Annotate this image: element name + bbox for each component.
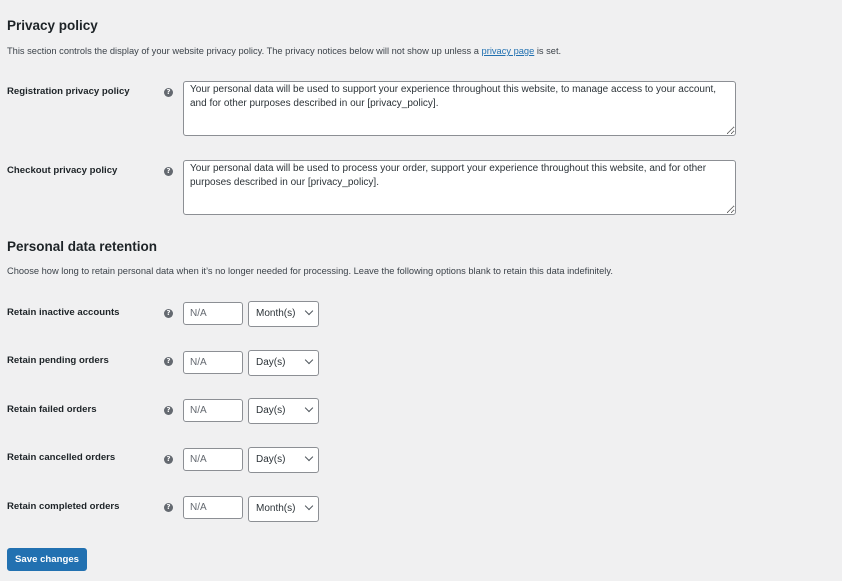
select-value: Day(s) [256, 405, 286, 416]
retain-cancelled-orders-unit-select[interactable]: Day(s) [248, 447, 319, 473]
retain-completed-orders-label: Retain completed orders [7, 501, 120, 512]
select-value: Month(s) [256, 308, 296, 319]
registration-privacy-policy-label: Registration privacy policy [7, 86, 130, 97]
retain-completed-orders-input[interactable] [183, 496, 243, 519]
retention-description: Choose how long to retain personal data … [7, 266, 613, 276]
privacy-policy-heading: Privacy policy [7, 18, 98, 33]
retain-pending-orders-input[interactable] [183, 351, 243, 374]
checkout-privacy-policy-label: Checkout privacy policy [7, 165, 118, 176]
help-icon[interactable]: ? [164, 309, 173, 318]
help-icon[interactable]: ? [164, 167, 173, 176]
description-text-end: is set. [534, 46, 562, 56]
select-value: Day(s) [256, 454, 286, 465]
chevron-down-icon [304, 501, 314, 511]
registration-privacy-policy-textarea[interactable]: Your personal data will be used to suppo… [183, 81, 736, 136]
retain-inactive-accounts-unit-select[interactable]: Month(s) [248, 301, 319, 327]
retain-failed-orders-input[interactable] [183, 399, 243, 422]
privacy-page-link[interactable]: privacy page [482, 46, 535, 56]
help-icon[interactable]: ? [164, 357, 173, 366]
description-text: This section controls the display of you… [7, 46, 482, 56]
retain-failed-orders-label: Retain failed orders [7, 404, 97, 415]
help-icon[interactable]: ? [164, 503, 173, 512]
personal-data-retention-heading: Personal data retention [7, 239, 158, 254]
retain-pending-orders-unit-select[interactable]: Day(s) [248, 350, 319, 376]
chevron-down-icon [304, 403, 314, 413]
settings-page: Privacy policy This section controls the… [0, 0, 842, 581]
save-changes-button[interactable]: Save changes [7, 548, 87, 571]
select-value: Month(s) [256, 503, 296, 514]
retain-completed-orders-unit-select[interactable]: Month(s) [248, 496, 319, 522]
retain-cancelled-orders-input[interactable] [183, 448, 243, 471]
retain-failed-orders-unit-select[interactable]: Day(s) [248, 398, 319, 424]
privacy-policy-description: This section controls the display of you… [7, 46, 561, 56]
help-icon[interactable]: ? [164, 88, 173, 97]
help-icon[interactable]: ? [164, 406, 173, 415]
retain-inactive-accounts-input[interactable] [183, 302, 243, 325]
retain-pending-orders-label: Retain pending orders [7, 355, 109, 366]
chevron-down-icon [304, 306, 314, 316]
select-value: Day(s) [256, 357, 286, 368]
retain-cancelled-orders-label: Retain cancelled orders [7, 452, 116, 463]
chevron-down-icon [304, 452, 314, 462]
retain-inactive-accounts-label: Retain inactive accounts [7, 307, 120, 318]
help-icon[interactable]: ? [164, 455, 173, 464]
chevron-down-icon [304, 355, 314, 365]
checkout-privacy-policy-textarea[interactable]: Your personal data will be used to proce… [183, 160, 736, 215]
